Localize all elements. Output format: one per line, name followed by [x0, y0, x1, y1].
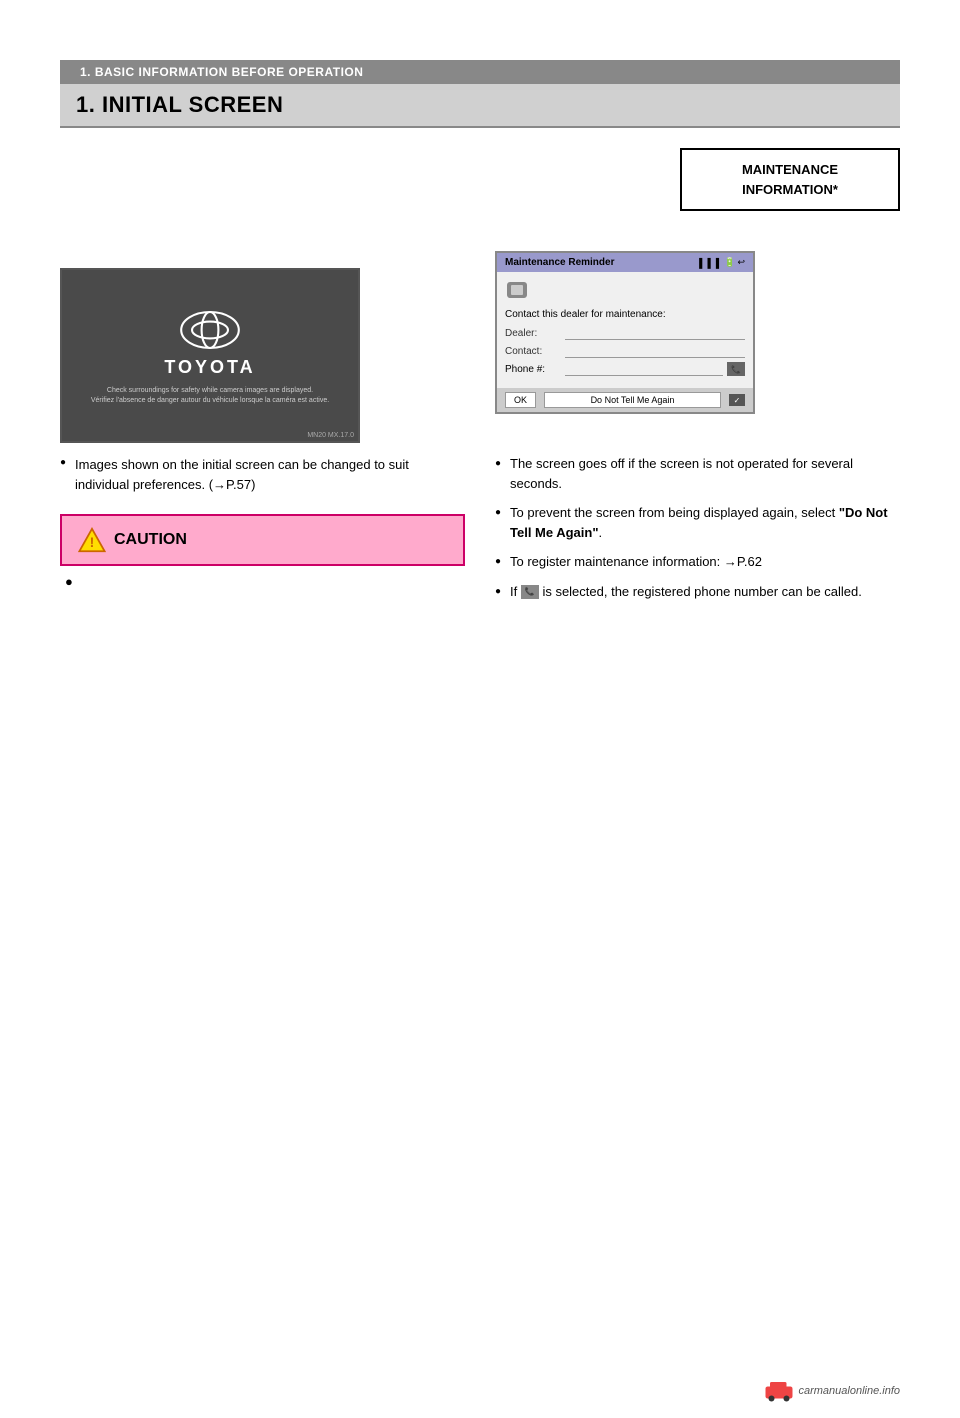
maintenance-reminder-screen: Maintenance Reminder ▌ ▌ ▌ 🔋 ↩	[495, 251, 755, 414]
right-bullet-2: To prevent the screen from being display…	[495, 503, 900, 542]
screen-label: MN20 MX.17.0	[307, 432, 354, 439]
right-bullet-2-prefix: To prevent the screen from being display…	[510, 505, 839, 520]
signal-icons: ▌ ▌ ▌ 🔋 ↩	[699, 257, 745, 268]
right-column: MAINTENANCE INFORMATION* Maintenance Rem…	[495, 148, 900, 601]
phone-call-icon[interactable]: 📞	[727, 362, 745, 376]
maint-screen-footer: OK Do Not Tell Me Again ✓	[497, 388, 753, 412]
right-bullet-4: If 📞 is selected, the registered phone n…	[495, 582, 900, 602]
phone-label: Phone #:	[505, 364, 565, 375]
right-bullet-2-suffix: .	[599, 525, 603, 540]
back-arrow-icon: ↩	[737, 257, 745, 268]
caution-triangle-icon: !	[78, 526, 106, 554]
caution-title: CAUTION	[114, 531, 187, 549]
maintenance-label-line1: MAINTENANCE	[698, 160, 882, 180]
left-bullet-text: Images shown on the initial screen can b…	[60, 455, 465, 494]
page-wrapper: 1. BASIC INFORMATION BEFORE OPERATION 1.…	[0, 60, 960, 1418]
main-title-bar: 1. INITIAL SCREEN	[60, 84, 900, 128]
signal-bar1: ▌	[699, 258, 705, 268]
maint-dealer-field: Dealer:	[505, 326, 745, 340]
signal-bar2: ▌	[707, 258, 713, 268]
right-bullet-1-text: The screen goes off if the screen is not…	[510, 456, 853, 491]
battery-icon: 🔋	[724, 257, 735, 268]
contact-label: Contact:	[505, 346, 565, 357]
toyota-screen-image: TOYOTA Check surroundings for safety whi…	[60, 268, 360, 443]
maint-contact-field: Contact:	[505, 344, 745, 358]
signal-bar3: ▌	[716, 258, 722, 268]
caution-bullet: ●	[65, 574, 73, 589]
inline-phone-icon: 📞	[521, 585, 539, 599]
maint-contact-title: Contact this dealer for maintenance:	[505, 309, 745, 320]
maintenance-box: MAINTENANCE INFORMATION*	[680, 148, 900, 211]
toyota-logo: TOYOTA	[164, 305, 255, 378]
bottom-watermark-area: carmanualonline.info	[764, 1379, 900, 1403]
checkbox-icon[interactable]: ✓	[729, 394, 745, 406]
maint-screen-header: Maintenance Reminder ▌ ▌ ▌ 🔋 ↩	[497, 253, 753, 272]
toyota-screen-safety-text1: Check surroundings for safety while came…	[87, 386, 333, 396]
dealer-label: Dealer:	[505, 328, 565, 339]
contact-value	[565, 344, 745, 358]
section-header-text: 1. BASIC INFORMATION BEFORE OPERATION	[80, 65, 363, 79]
maintenance-info-header: MAINTENANCE INFORMATION*	[495, 148, 900, 231]
main-title: 1. INITIAL SCREEN	[76, 92, 283, 117]
watermark-logo: carmanualonline.info	[764, 1379, 900, 1403]
maint-phone-row: Phone #: 📞	[505, 362, 745, 376]
maint-screen-body: Contact this dealer for maintenance: Dea…	[497, 272, 753, 388]
toyota-screen-safety-text2: Vérifiez l'absence de danger autour du v…	[71, 396, 349, 406]
section-header: 1. BASIC INFORMATION BEFORE OPERATION	[60, 60, 900, 84]
ok-button[interactable]: OK	[505, 392, 536, 408]
left-column: TOYOTA Check surroundings for safety whi…	[60, 148, 465, 601]
svg-text:!: !	[90, 534, 95, 550]
caution-section: ! CAUTION ●	[60, 514, 465, 589]
dealer-value	[565, 326, 745, 340]
do-not-tell-button[interactable]: Do Not Tell Me Again	[544, 392, 721, 408]
toyota-logo-svg	[180, 305, 240, 355]
watermark-text: carmanualonline.info	[798, 1385, 900, 1397]
right-bullets: The screen goes off if the screen is not…	[495, 444, 900, 601]
caution-box: ! CAUTION	[60, 514, 465, 566]
car-logo-svg	[764, 1379, 794, 1403]
maintenance-label-line2: INFORMATION*	[698, 180, 882, 200]
phone-input	[565, 362, 723, 376]
right-bullet-1: The screen goes off if the screen is not…	[495, 454, 900, 493]
toyota-brand-text: TOYOTA	[164, 357, 255, 378]
right-bullet-4-suffix: is selected, the registered phone number…	[542, 584, 861, 599]
maint-reminder-title: Maintenance Reminder	[505, 257, 614, 268]
content-area: TOYOTA Check surroundings for safety whi…	[60, 148, 900, 601]
right-bullet-3-text: To register maintenance information: →P.…	[510, 554, 762, 569]
right-bullet-3: To register maintenance information: →P.…	[495, 552, 900, 572]
right-bullet-4-prefix: If	[510, 584, 521, 599]
caution-content: ●	[60, 574, 465, 589]
phone-small-icon	[505, 280, 529, 300]
